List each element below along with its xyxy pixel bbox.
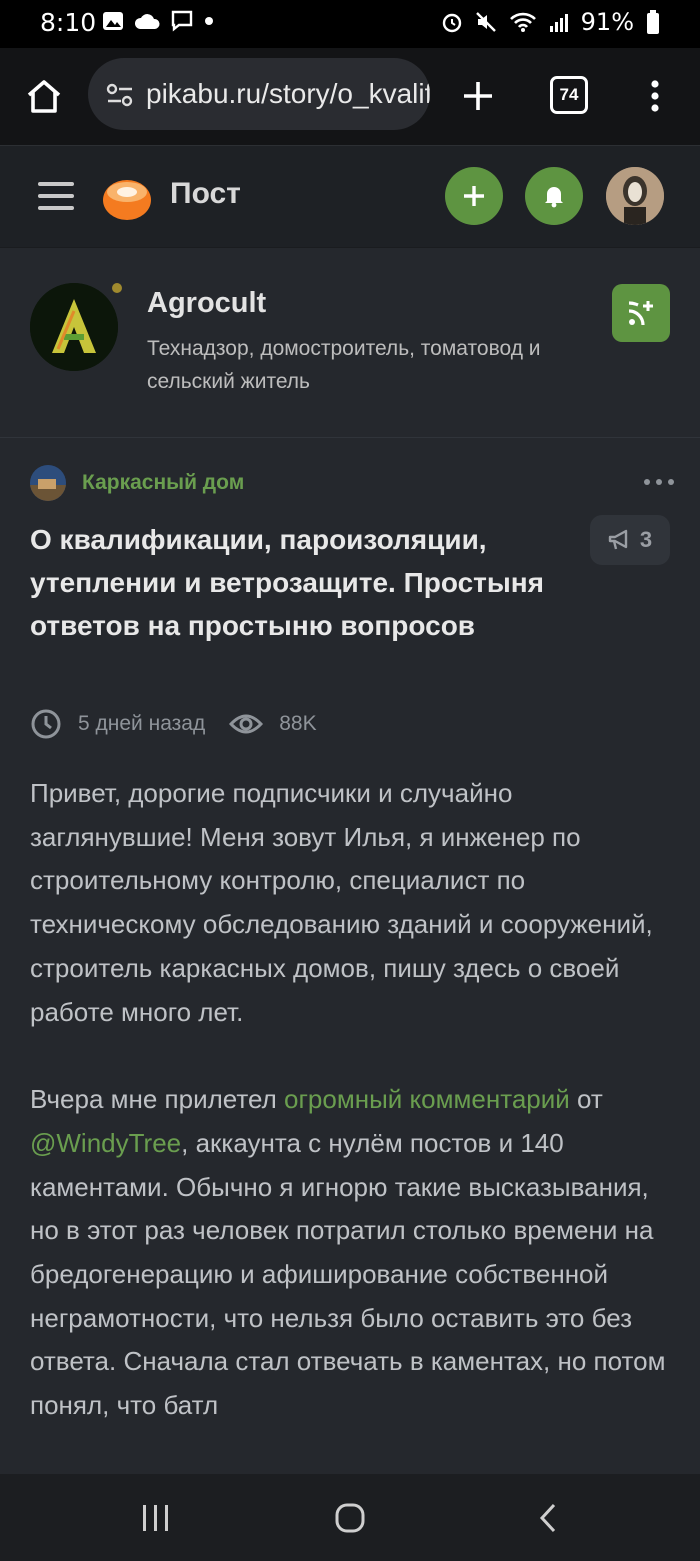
post-meta: 5 дней назад 88K (30, 706, 341, 742)
alarm-icon (442, 13, 461, 33)
url-text: pikabu.ru/story/o_kvalifikatsii (146, 78, 430, 109)
status-bar: 8:10 91% (0, 0, 700, 48)
wifi-icon (509, 12, 536, 32)
author-avatar-image (30, 283, 118, 371)
eye-icon (229, 714, 264, 734)
home-nav-button[interactable] (328, 1496, 372, 1540)
home-circle-icon (335, 1503, 365, 1533)
back-icon (539, 1503, 556, 1533)
plus-icon (464, 82, 492, 110)
community-avatar (30, 465, 66, 501)
author-name[interactable]: Agrocult (147, 287, 266, 320)
comments-count: 3 (639, 527, 653, 552)
text-run: Вчера мне прилетел (30, 1084, 284, 1115)
community-avatar-image (30, 465, 66, 501)
battery-percent: 91% (580, 8, 634, 36)
subscribe-button[interactable] (612, 284, 670, 342)
community-name: Каркасный дом (82, 471, 245, 494)
clock-icon (31, 709, 61, 739)
text-run: , аккаунта с нулём постов и 140 каментам… (30, 1127, 666, 1421)
browser-toolbar: pikabu.ru/story/o_kvalifikatsii 74 (0, 48, 700, 146)
recents-button[interactable] (134, 1498, 178, 1538)
user-avatar-image (606, 167, 664, 225)
recents-icon (143, 1505, 168, 1531)
comment-link[interactable]: огромный комментарий (284, 1084, 570, 1114)
megaphone-icon (608, 529, 628, 550)
post-body: Привет, дорогие подписчики и случайно за… (30, 772, 670, 1472)
plus-icon (464, 186, 484, 206)
status-time: 8:10 (40, 8, 97, 37)
tabs-button[interactable]: 74 (550, 76, 588, 114)
online-indicator (112, 283, 122, 293)
system-navigation-bar (0, 1474, 700, 1561)
mute-icon (475, 12, 496, 32)
rss-plus-icon (628, 301, 653, 326)
more-vert-icon (651, 80, 659, 112)
post-time: 5 дней назад (78, 712, 206, 735)
comments-button[interactable]: 3 (590, 515, 670, 565)
post-paragraph: Вчера мне прилетел огромный комментарий … (30, 1078, 670, 1428)
author-description: Технадзор, домостроитель, томатовод и се… (147, 337, 541, 393)
user-mention-link[interactable]: @WindyTree (30, 1128, 181, 1158)
notifications-button[interactable] (525, 167, 583, 225)
text-run: от (569, 1084, 603, 1115)
image-icon (103, 12, 123, 30)
bell-icon (545, 187, 563, 208)
post-title[interactable]: О квалификации, пароизоляции, утеплении … (30, 518, 560, 647)
community-link[interactable]: Каркасный дом (30, 465, 244, 501)
page-title: Пост (170, 177, 241, 210)
hamburger-icon (38, 182, 74, 210)
menu-button[interactable] (38, 178, 74, 214)
pikabu-logo-icon (103, 180, 151, 220)
post-paragraph: Привет, дорогие подписчики и случайно за… (30, 778, 653, 1027)
post-views: 88K (279, 712, 317, 735)
app-header: Пост (0, 146, 700, 248)
pikabu-logo[interactable] (100, 170, 154, 224)
address-bar[interactable]: pikabu.ru/story/o_kvalifikatsii (88, 58, 430, 130)
cloud-icon (134, 14, 160, 29)
author-avatar[interactable] (30, 283, 118, 371)
home-icon (27, 80, 61, 113)
new-tab-button[interactable] (456, 74, 500, 118)
add-post-button[interactable] (445, 167, 503, 225)
home-button[interactable] (22, 74, 66, 118)
user-avatar[interactable] (606, 167, 664, 225)
chat-icon (171, 10, 193, 32)
post-menu-button[interactable] (643, 472, 675, 492)
site-settings-icon[interactable] (106, 82, 134, 108)
signal-icon (549, 14, 568, 32)
more-horiz-icon (644, 479, 674, 485)
back-button[interactable] (526, 1498, 570, 1538)
author-card: Agrocult Технадзор, домостроитель, томат… (0, 250, 700, 438)
tabs-count: 74 (559, 85, 579, 104)
browser-menu-button[interactable] (640, 74, 670, 118)
battery-icon (647, 10, 659, 34)
dot-icon (205, 17, 213, 25)
